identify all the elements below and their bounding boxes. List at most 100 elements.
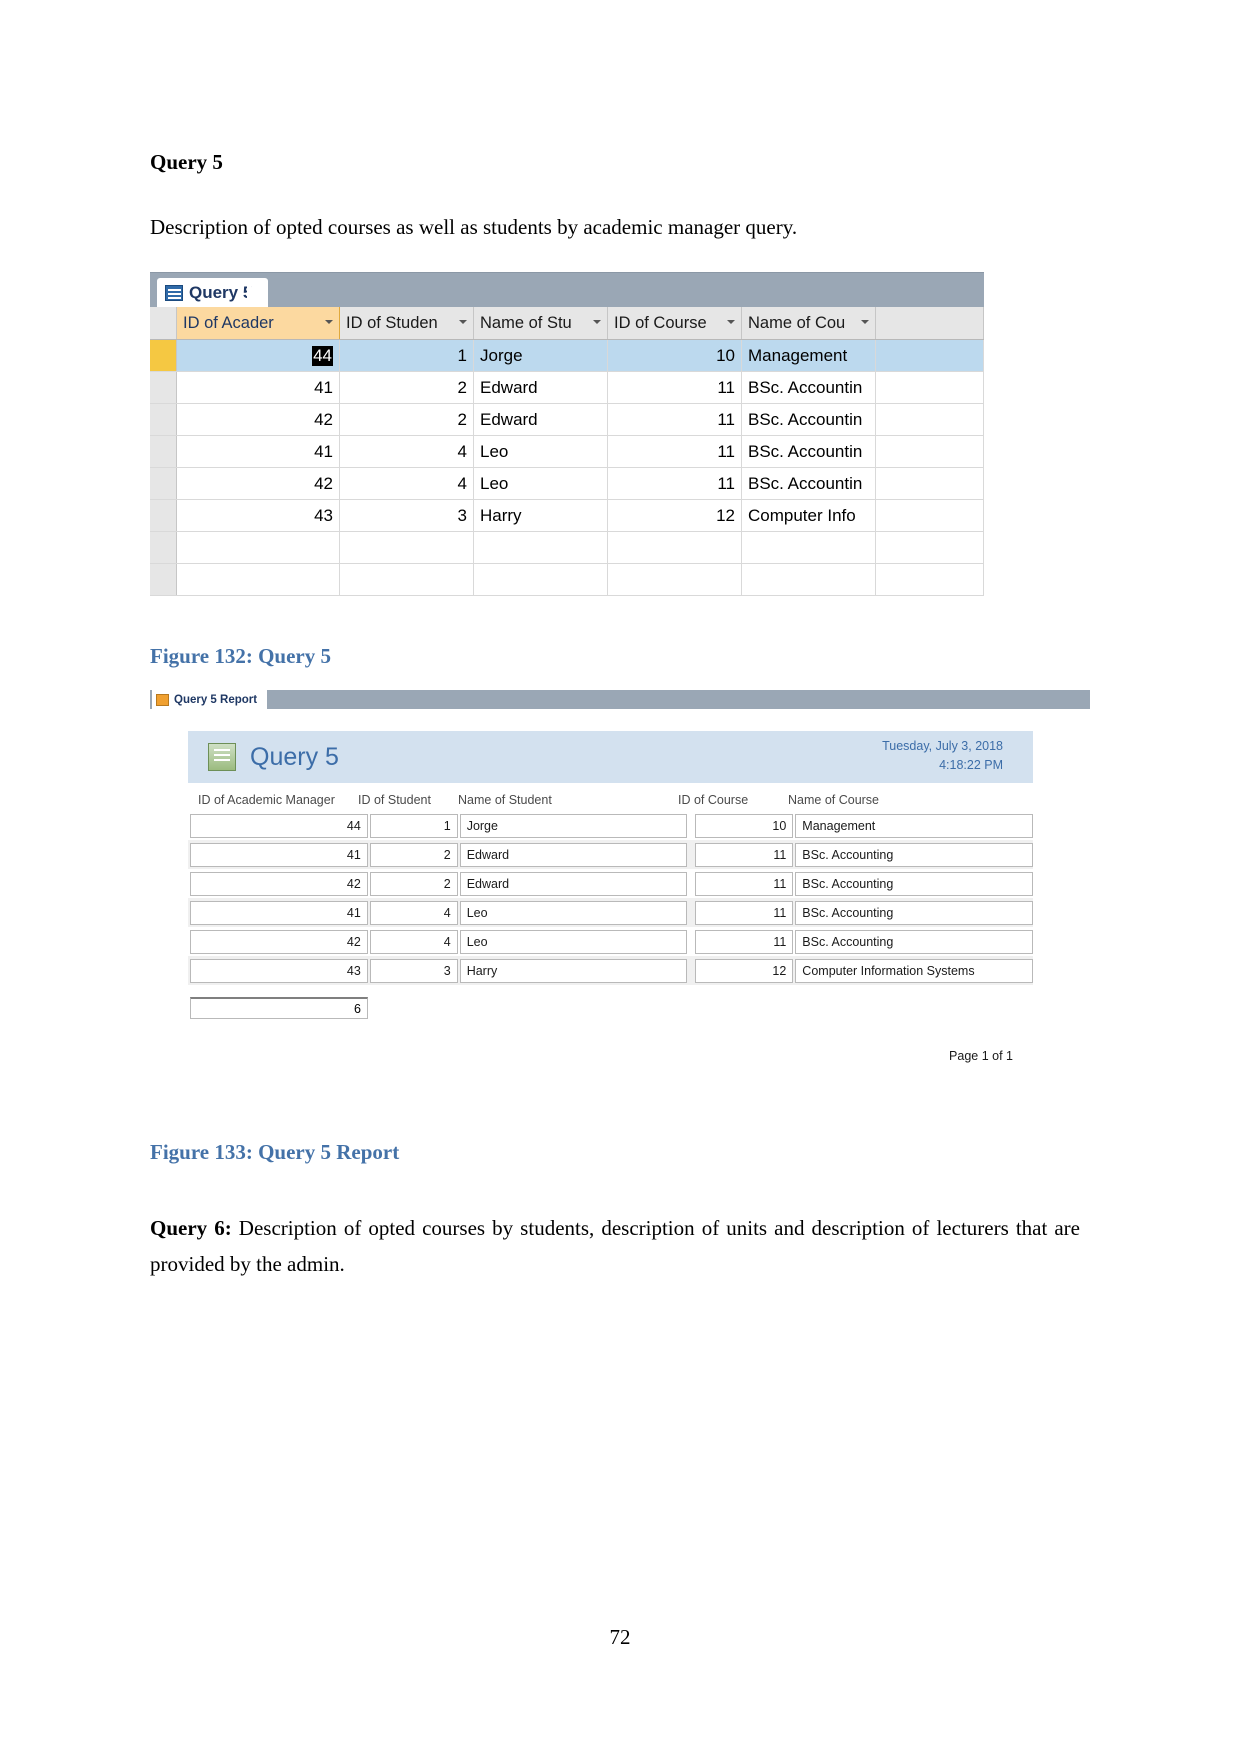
cell-empty[interactable]	[177, 532, 340, 563]
cell-academic-manager[interactable]: 42	[177, 468, 340, 499]
column-header-student-id[interactable]: ID of Studen	[340, 307, 474, 339]
report-cell-course-id: 11	[695, 842, 794, 867]
report-cell-student-name: Leo	[459, 929, 688, 954]
cell-course-name[interactable]: BSc. Accountin	[742, 404, 876, 435]
column-header-student-name[interactable]: Name of Stu	[474, 307, 608, 339]
report-column-student-id: ID of Student	[358, 793, 431, 807]
table-row[interactable]: 44 1 Jorge 10 Management	[150, 340, 984, 372]
column-header-course-name[interactable]: Name of Cou	[742, 307, 876, 339]
query6-label: Query 6:	[150, 1216, 232, 1240]
cell-student-name[interactable]: Jorge	[474, 340, 608, 371]
cell-course-name[interactable]: BSc. Accountin	[742, 468, 876, 499]
report-column-course-name: Name of Course	[788, 793, 880, 807]
row-selector[interactable]	[150, 500, 177, 531]
cell-empty[interactable]	[608, 532, 742, 563]
table-row[interactable]: 42 2 Edward 11 BSc. Accountin	[150, 404, 984, 436]
cell-empty[interactable]	[340, 564, 474, 595]
cell-course-id[interactable]: 11	[608, 436, 742, 467]
table-row[interactable]: 41 2 Edward 11 BSc. Accountin	[150, 372, 984, 404]
row-selector[interactable]	[150, 564, 177, 595]
row-selector[interactable]	[150, 532, 177, 563]
cell-academic-manager[interactable]: 42	[177, 404, 340, 435]
column-header-course-id[interactable]: ID of Course	[608, 307, 742, 339]
report-cell-course-id: 11	[695, 929, 794, 954]
row-selector[interactable]	[150, 468, 177, 499]
chevron-down-icon[interactable]	[727, 320, 735, 324]
report-cell-course-id: 11	[695, 871, 794, 896]
column-header-label: ID of Course	[614, 313, 707, 332]
cell-course-id[interactable]: 11	[608, 404, 742, 435]
report-date: Tuesday, July 3, 2018	[882, 739, 1003, 753]
chevron-down-icon[interactable]	[459, 320, 467, 324]
cell-student-id[interactable]: 2	[340, 404, 474, 435]
select-all-corner[interactable]	[150, 307, 177, 339]
table-row[interactable]: 43 3 Harry 12 Computer Info	[150, 500, 984, 532]
cell-empty[interactable]	[474, 564, 608, 595]
cell-student-id[interactable]: 2	[340, 372, 474, 403]
cell-student-name[interactable]: Harry	[474, 500, 608, 531]
cell-empty[interactable]	[742, 564, 876, 595]
cell-course-name[interactable]: Management	[742, 340, 876, 371]
column-header-label: Name of Stu	[480, 313, 572, 332]
tab-query-5-report[interactable]: Query 5 Report	[152, 690, 268, 709]
report-title-bar: Query 5 Tuesday, July 3, 2018 4:18:22 PM	[188, 731, 1033, 783]
cell-course-name[interactable]: BSc. Accountin	[742, 436, 876, 467]
cell-student-id[interactable]: 4	[340, 468, 474, 499]
row-selector[interactable]	[150, 340, 177, 371]
report-cell-course-name: BSc. Accounting	[795, 900, 1034, 925]
row-selector[interactable]	[150, 436, 177, 467]
cell-academic-manager[interactable]: 41	[177, 372, 340, 403]
cell-empty[interactable]	[474, 532, 608, 563]
cell-empty[interactable]	[177, 564, 340, 595]
report-cell-academic-manager: 41	[190, 900, 368, 925]
table-row-empty[interactable]	[150, 532, 984, 564]
cell-academic-manager[interactable]: 44	[177, 340, 340, 371]
cell-student-name[interactable]: Edward	[474, 404, 608, 435]
cell-student-id[interactable]: 4	[340, 436, 474, 467]
cell-course-id[interactable]: 10	[608, 340, 742, 371]
cell-filler	[876, 340, 984, 371]
row-selector[interactable]	[150, 372, 177, 403]
cell-empty[interactable]	[608, 564, 742, 595]
report-icon	[156, 693, 169, 706]
report-cell-student-name: Edward	[459, 871, 688, 896]
cell-filler	[876, 468, 984, 499]
report-column-course-id: ID of Course	[678, 793, 749, 807]
report-cell-student-name: Harry	[459, 958, 688, 983]
table-row-empty[interactable]	[150, 564, 984, 596]
report-time: 4:18:22 PM	[939, 758, 1003, 773]
report-cell-course-name: Management	[795, 813, 1034, 838]
report-cell-academic-manager: 43	[190, 958, 368, 983]
cell-course-id[interactable]: 11	[608, 372, 742, 403]
chevron-down-icon[interactable]	[861, 320, 869, 324]
cell-course-name[interactable]: Computer Info	[742, 500, 876, 531]
cell-student-id[interactable]: 1	[340, 340, 474, 371]
report-datetime: Tuesday, July 3, 2018 4:18:22 PM	[882, 737, 1003, 776]
report-cell-student-name: Edward	[459, 842, 688, 867]
chevron-down-icon[interactable]	[325, 320, 333, 324]
cell-empty[interactable]	[340, 532, 474, 563]
page-title: Query 5	[150, 150, 223, 174]
cell-empty[interactable]	[742, 532, 876, 563]
document-page: Query 5 Description of opted courses as …	[0, 0, 1241, 1754]
cell-academic-manager[interactable]: 43	[177, 500, 340, 531]
cell-student-id[interactable]: 3	[340, 500, 474, 531]
cell-student-name[interactable]: Leo	[474, 468, 608, 499]
row-selector[interactable]	[150, 404, 177, 435]
table-row[interactable]: 42 4 Leo 11 BSc. Accountin	[150, 468, 984, 500]
report-page-footer: Page 1 of 1	[949, 1049, 1013, 1063]
cell-course-id[interactable]: 11	[608, 468, 742, 499]
column-header-academic-manager[interactable]: ID of Acader	[177, 307, 340, 339]
report-cell-student-id: 2	[369, 871, 458, 896]
column-header-label: ID of Studen	[346, 313, 438, 332]
cell-course-id[interactable]: 12	[608, 500, 742, 531]
cell-course-name[interactable]: BSc. Accountin	[742, 372, 876, 403]
cell-value: 44	[312, 345, 333, 366]
cell-academic-manager[interactable]: 41	[177, 436, 340, 467]
figure-132-caption: Figure 132: Query 5	[150, 644, 332, 668]
report-column-academic-manager: ID of Academic Manager	[198, 793, 335, 807]
cell-student-name[interactable]: Edward	[474, 372, 608, 403]
chevron-down-icon[interactable]	[593, 320, 601, 324]
cell-student-name[interactable]: Leo	[474, 436, 608, 467]
table-row[interactable]: 41 4 Leo 11 BSc. Accountin	[150, 436, 984, 468]
